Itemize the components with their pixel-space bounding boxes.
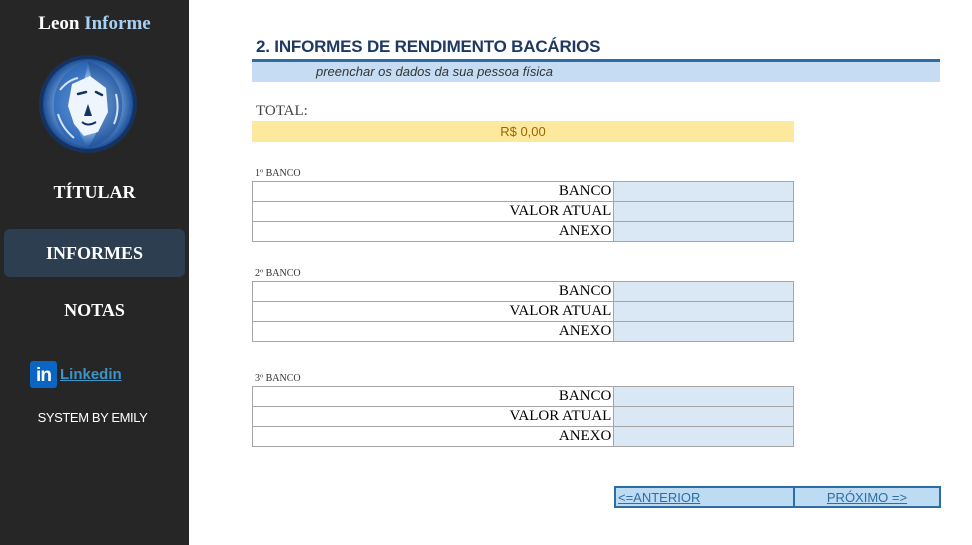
bank-name-label: BANCO [251, 281, 615, 302]
bank-1-table: BANCO VALOR ATUAL ANEXO [251, 181, 794, 242]
table-row: VALOR ATUAL [251, 406, 794, 427]
brand-title: Leon Informe [0, 13, 189, 35]
linkedin-icon: in [30, 361, 57, 388]
current-value-label: VALOR ATUAL [251, 201, 615, 222]
linkedin-label[interactable]: Linkedin [60, 366, 122, 383]
page-navigation: <=ANTERIOR PRÓXIMO => [614, 486, 941, 508]
total-value: R$ 0,00 [252, 121, 794, 142]
bank-3-caption: 3º BANCO [255, 373, 301, 384]
bank-3-table: BANCO VALOR ATUAL ANEXO [251, 386, 794, 447]
sidebar-item-notas[interactable]: NOTAS [4, 286, 185, 334]
attachment-input[interactable] [613, 321, 794, 342]
sidebar-item-label: NOTAS [64, 299, 125, 320]
current-value-label: VALOR ATUAL [251, 406, 615, 427]
current-value-input[interactable] [613, 406, 794, 427]
table-row: ANEXO [251, 426, 794, 447]
attachment-label: ANEXO [251, 426, 615, 447]
attachment-input[interactable] [613, 221, 794, 242]
bank-2-table: BANCO VALOR ATUAL ANEXO [251, 281, 794, 342]
bank-name-label: BANCO [251, 386, 615, 407]
previous-button[interactable]: <=ANTERIOR [616, 488, 795, 506]
brand-accent: Informe [84, 13, 151, 34]
next-button[interactable]: PRÓXIMO => [795, 488, 939, 506]
attachment-label: ANEXO [251, 321, 615, 342]
table-row: ANEXO [251, 321, 794, 342]
table-row: VALOR ATUAL [251, 301, 794, 322]
table-row: BANCO [251, 181, 794, 202]
sidebar-item-label: TÍTULAR [53, 181, 136, 202]
table-row: VALOR ATUAL [251, 201, 794, 222]
attachment-input[interactable] [613, 426, 794, 447]
brand-name: Leon [38, 13, 80, 34]
bank-1-caption: 1º BANCO [255, 168, 301, 179]
page-subtitle: preenchar os dados da sua pessoa física [316, 64, 554, 79]
system-credit: SYSTEM BY EMILY [37, 410, 148, 425]
linkedin-link[interactable]: in Linkedin [30, 361, 122, 388]
bank-name-label: BANCO [251, 181, 615, 202]
bank-name-input[interactable] [613, 386, 794, 407]
current-value-label: VALOR ATUAL [251, 301, 615, 322]
page-title: 2. INFORMES DE RENDIMENTO BACÁRIOS [256, 37, 601, 56]
sidebar: Leon Informe TÍTULAR INFORMES NOTAS in L… [0, 0, 189, 545]
current-value-input[interactable] [613, 301, 794, 322]
sidebar-item-titular[interactable]: TÍTULAR [4, 168, 185, 216]
bank-name-input[interactable] [613, 281, 794, 302]
attachment-label: ANEXO [251, 221, 615, 242]
total-label: TOTAL: [256, 103, 308, 119]
table-row: ANEXO [251, 221, 794, 242]
sidebar-item-informes[interactable]: INFORMES [4, 229, 185, 277]
bank-2-caption: 2º BANCO [255, 268, 301, 279]
sidebar-item-label: INFORMES [45, 242, 143, 263]
table-row: BANCO [251, 386, 794, 407]
lion-logo-icon [39, 55, 137, 153]
current-value-input[interactable] [613, 201, 794, 222]
table-row: BANCO [251, 281, 794, 302]
bank-name-input[interactable] [613, 181, 794, 202]
